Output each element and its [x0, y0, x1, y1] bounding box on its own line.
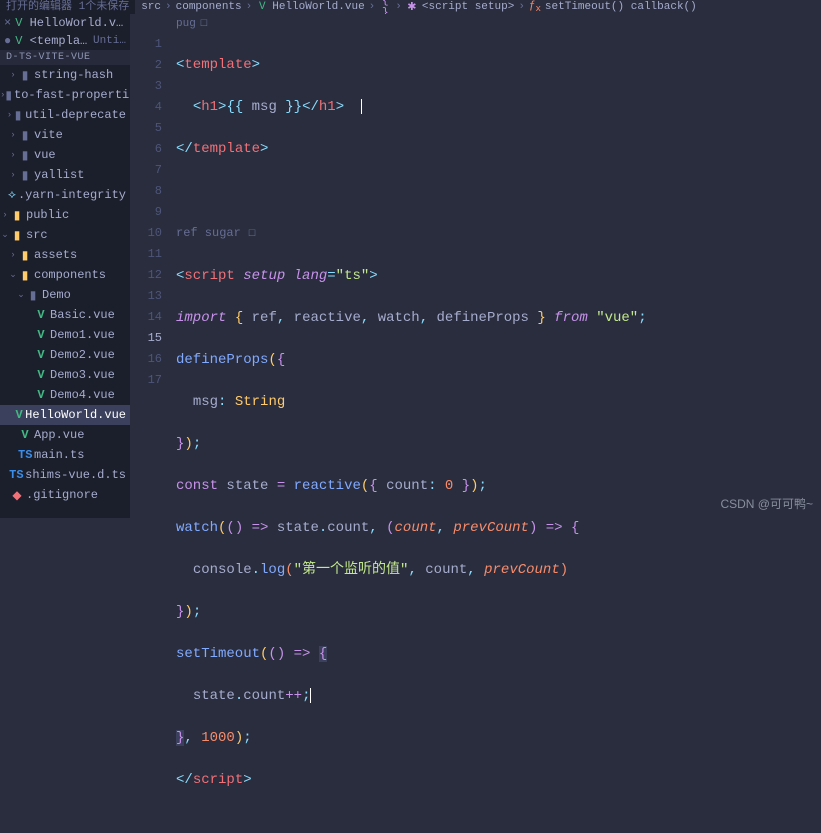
- file-tree: ›▮string-hash›▮to-fast-properties›▮util-…: [0, 65, 130, 505]
- chevron-icon: [24, 330, 34, 340]
- chevron-icon: ›: [0, 210, 10, 220]
- tree-item--gitignore[interactable]: ◆.gitignore: [0, 485, 130, 505]
- tree-label: Demo: [42, 288, 71, 302]
- tree-item-assets[interactable]: ›▮assets: [0, 245, 130, 265]
- tab-suffix: Unti…: [93, 35, 126, 47]
- tree-item-to-fast-properties[interactable]: ›▮to-fast-properties: [0, 85, 130, 105]
- breadcrumb[interactable]: src › components › V HelloWorld.vue › { …: [135, 0, 703, 14]
- tree-item-App-vue[interactable]: VApp.vue: [0, 425, 130, 445]
- tree-label: vite: [34, 128, 63, 142]
- chevron-icon: ›: [8, 130, 18, 140]
- close-icon[interactable]: ×: [4, 16, 11, 30]
- checkbox-icon[interactable]: ☐: [200, 19, 208, 29]
- tree-label: util-deprecate: [25, 108, 126, 122]
- tab-label: <template>: [30, 34, 89, 48]
- script-icon: ✱: [406, 0, 418, 14]
- tree-item-src[interactable]: ⌄▮src: [0, 225, 130, 245]
- tree-item-public[interactable]: ›▮public: [0, 205, 130, 225]
- chevron-icon: ›: [8, 250, 18, 260]
- vue-icon: V: [256, 1, 268, 13]
- tree-label: public: [26, 208, 69, 222]
- chevron-right-icon: ›: [165, 1, 172, 13]
- chevron-right-icon: ›: [518, 1, 525, 13]
- tree-label: Demo2.vue: [50, 348, 115, 362]
- tab-label: HelloWorld.vue…: [30, 16, 126, 30]
- sidebar: × V HelloWorld.vue… ● V <template> Unti……: [0, 14, 130, 518]
- tree-label: yallist: [34, 168, 84, 182]
- tree-item-Demo3-vue[interactable]: VDemo3.vue: [0, 365, 130, 385]
- chevron-icon: [24, 350, 34, 360]
- tree-item-Demo[interactable]: ⌄▮Demo: [0, 285, 130, 305]
- tree-label: string-hash: [34, 68, 113, 82]
- crumb-fn[interactable]: setTimeout() callback(): [545, 1, 697, 13]
- chevron-icon: ⌄: [16, 290, 26, 300]
- chevron-right-icon: ›: [246, 1, 253, 13]
- open-editor-item[interactable]: × V HelloWorld.vue…: [0, 14, 130, 32]
- tree-item--yarn-integrity[interactable]: ⟡.yarn-integrity: [0, 185, 130, 205]
- tree-item-util-deprecate[interactable]: ›▮util-deprecate: [0, 105, 130, 125]
- tree-label: Demo4.vue: [50, 388, 115, 402]
- tree-item-Demo2-vue[interactable]: VDemo2.vue: [0, 345, 130, 365]
- tree-label: src: [26, 228, 48, 242]
- chevron-icon: ›: [8, 170, 18, 180]
- tree-label: Basic.vue: [50, 308, 115, 322]
- braces-icon: { }: [379, 0, 391, 14]
- chevron-icon: ›: [6, 110, 13, 120]
- tree-label: App.vue: [34, 428, 84, 442]
- lens-pug[interactable]: pug☐: [130, 14, 821, 34]
- line-gutter: 1234567891011121314151617: [130, 34, 176, 833]
- tree-item-string-hash[interactable]: ›▮string-hash: [0, 65, 130, 85]
- watermark: CSDN @可可鸭~: [720, 495, 813, 512]
- tree-item-yallist[interactable]: ›▮yallist: [0, 165, 130, 185]
- dirty-icon[interactable]: ●: [4, 34, 11, 48]
- tree-label: components: [34, 268, 106, 282]
- chevron-icon: ›: [8, 150, 18, 160]
- tree-item-vue[interactable]: ›▮vue: [0, 145, 130, 165]
- chevron-right-icon: ›: [395, 1, 402, 13]
- tree-label: .gitignore: [26, 488, 98, 502]
- tree-label: HelloWorld.vue: [25, 408, 126, 422]
- code-area[interactable]: <template> <h1>{{ msg }}</h1> </template…: [176, 34, 821, 833]
- crumb-src[interactable]: src: [141, 1, 161, 13]
- tree-item-main-ts[interactable]: TSmain.ts: [0, 445, 130, 465]
- crumb-file[interactable]: HelloWorld.vue: [272, 1, 364, 13]
- tree-item-Demo1-vue[interactable]: VDemo1.vue: [0, 325, 130, 345]
- editor-header: 打开的编辑器 1个未保存: [0, 0, 135, 14]
- chevron-icon: [24, 310, 34, 320]
- section-header[interactable]: D-TS-VITE-VUE: [0, 50, 130, 65]
- open-editor-item[interactable]: ● V <template> Unti…: [0, 32, 130, 50]
- function-icon: ƒx: [529, 0, 541, 14]
- tree-label: to-fast-properties: [14, 88, 130, 102]
- editor: pug☐ 1234567891011121314151617 <template…: [130, 14, 821, 518]
- tree-label: Demo3.vue: [50, 368, 115, 382]
- chevron-icon: [0, 490, 10, 500]
- crumb-script[interactable]: <script setup>: [422, 1, 514, 13]
- chevron-icon: ›: [8, 70, 18, 80]
- tree-label: Demo1.vue: [50, 328, 115, 342]
- lens-ref-sugar[interactable]: ref sugar ☐: [176, 223, 821, 245]
- chevron-icon: [24, 390, 34, 400]
- chevron-right-icon: ›: [369, 1, 376, 13]
- tree-item-Basic-vue[interactable]: VBasic.vue: [0, 305, 130, 325]
- chevron-icon: [24, 370, 34, 380]
- tree-item-vite[interactable]: ›▮vite: [0, 125, 130, 145]
- chevron-icon: ⌄: [0, 230, 10, 240]
- chevron-icon: [8, 430, 18, 440]
- tree-item-components[interactable]: ⌄▮components: [0, 265, 130, 285]
- crumb-components[interactable]: components: [176, 1, 242, 13]
- chevron-icon: ⌄: [8, 270, 18, 280]
- chevron-icon: [8, 450, 18, 460]
- text-cursor: [310, 688, 311, 703]
- tree-label: main.ts: [34, 448, 84, 462]
- vue-icon: V: [15, 34, 22, 48]
- vue-icon: V: [15, 16, 22, 30]
- tree-item-HelloWorld-vue[interactable]: VHelloWorld.vue: [0, 405, 130, 425]
- tree-label: vue: [34, 148, 56, 162]
- tree-label: assets: [34, 248, 77, 262]
- tree-label: shims-vue.d.ts: [25, 468, 126, 482]
- tree-label: .yarn-integrity: [18, 188, 126, 202]
- tree-item-Demo4-vue[interactable]: VDemo4.vue: [0, 385, 130, 405]
- text-cursor: [361, 99, 362, 114]
- tree-item-shims-vue-d-ts[interactable]: TSshims-vue.d.ts: [0, 465, 130, 485]
